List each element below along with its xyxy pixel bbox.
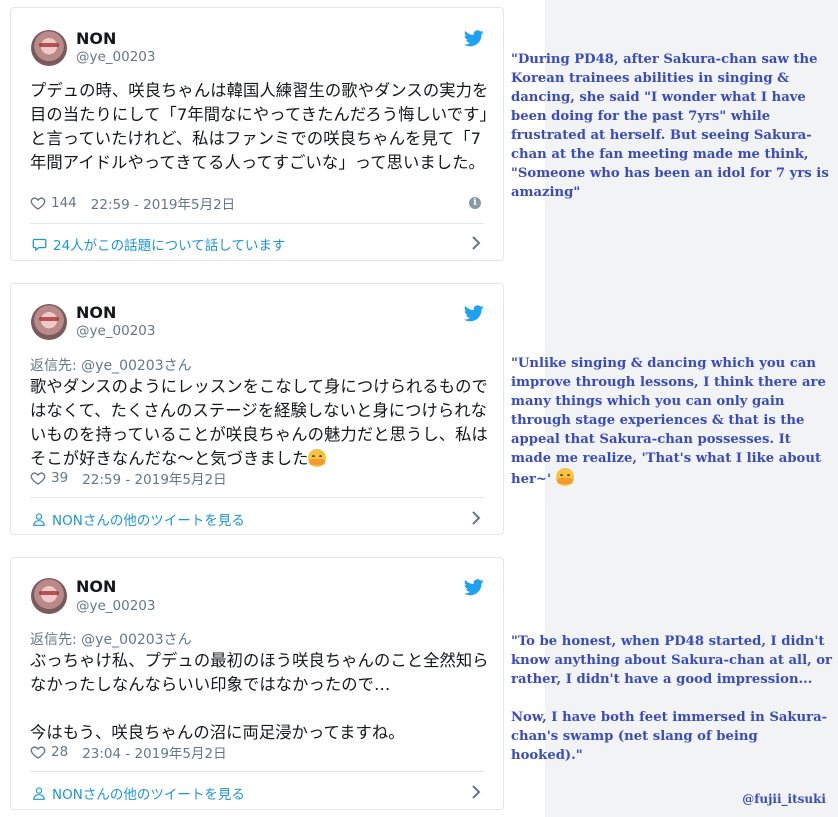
divider — [30, 223, 484, 224]
more-tweets-label[interactable]: NONさんの他のツイートを見る — [52, 783, 245, 803]
person-icon — [33, 786, 45, 800]
more-tweets-label[interactable]: NONさんの他のツイートを見る — [52, 509, 245, 529]
timestamp[interactable]: 22:59 - 2019年5月2日 — [91, 193, 235, 213]
chevron-right-icon[interactable] — [471, 784, 481, 800]
hugging-face-emoji-icon — [308, 449, 327, 467]
user-handle[interactable]: @ye_00203 — [76, 49, 156, 65]
user-name[interactable]: NON — [76, 303, 116, 322]
divider — [30, 771, 484, 772]
tweet-text: 歌やダンスのようにレッスンをこなして身につけられるものではなくて、たくさんのステ… — [30, 375, 492, 471]
user-name[interactable]: NON — [76, 29, 116, 48]
divider — [30, 497, 484, 498]
heart-icon[interactable] — [30, 470, 46, 486]
tweet-card[interactable]: NON @ye_00203 返信先: @ye_00203さん 歌やダンスのように… — [10, 283, 504, 535]
twitter-bird-icon[interactable] — [464, 30, 484, 47]
chevron-right-icon[interactable] — [471, 510, 481, 526]
translation-2-text: "Unlike singing & dancing which you can … — [511, 356, 826, 487]
info-icon[interactable]: i — [469, 197, 481, 209]
conversation-link[interactable]: 24人がこの話題について話しています — [32, 234, 285, 254]
translation-1: "During PD48, after Sakura-chan saw the … — [511, 52, 829, 200]
tweet-text-content: 歌やダンスのようにレッスンをこなして身につけられるものではなくて、たくさんのステ… — [30, 377, 488, 468]
speech-bubble-icon — [32, 238, 47, 251]
like-count: 144 — [51, 195, 77, 211]
more-tweets-link[interactable]: NONさんの他のツイートを見る — [32, 509, 245, 529]
avatar[interactable] — [31, 304, 67, 340]
heart-icon[interactable] — [30, 195, 46, 211]
timestamp[interactable]: 22:59 - 2019年5月2日 — [82, 468, 226, 488]
tweet-meta: 28 23:04 - 2019年5月2日 — [30, 742, 227, 762]
translation-3: "To be honest, when PD48 started, I didn… — [511, 634, 833, 763]
chevron-right-icon[interactable] — [471, 235, 481, 251]
avatar[interactable] — [31, 578, 67, 614]
translation-2: "Unlike singing & dancing which you can … — [511, 354, 833, 489]
user-handle[interactable]: @ye_00203 — [76, 323, 156, 339]
tweet-text: プデュの時、咲良ちゃんは韓国人練習生の歌やダンスの実力を目の当たりにして「7年間… — [30, 81, 489, 172]
tweet-card[interactable]: NON @ye_00203 プデュの時、咲良ちゃんは韓国人練習生の歌やダンスの実… — [10, 7, 504, 261]
tweet-meta: 144 22:59 - 2019年5月2日 — [30, 193, 235, 213]
user-handle[interactable]: @ye_00203 — [76, 598, 156, 614]
tweet-meta: 39 22:59 - 2019年5月2日 — [30, 468, 227, 488]
credit-handle: @fujii_itsuki — [742, 792, 826, 806]
person-icon — [33, 512, 45, 526]
reply-to-label[interactable]: 返信先: @ye_00203さん — [30, 355, 192, 375]
like-count: 39 — [51, 470, 69, 486]
avatar[interactable] — [31, 30, 67, 66]
twitter-bird-icon[interactable] — [464, 579, 484, 596]
conversation-link-label[interactable]: 24人がこの話題について話しています — [53, 234, 285, 254]
hugging-face-emoji-icon — [555, 468, 574, 486]
heart-icon[interactable] — [30, 744, 46, 760]
tweet-text: ぶっちゃけ私、プデュの最初のほう咲良ちゃんのこと全然知らなかったしなんならいい印… — [30, 651, 489, 742]
reply-to-label[interactable]: 返信先: @ye_00203さん — [30, 629, 192, 649]
tweet-card[interactable]: NON @ye_00203 返信先: @ye_00203さん ぶっちゃけ私、プデ… — [10, 557, 504, 810]
more-tweets-link[interactable]: NONさんの他のツイートを見る — [32, 783, 245, 803]
like-count: 28 — [51, 744, 69, 760]
twitter-bird-icon[interactable] — [464, 305, 484, 322]
user-name[interactable]: NON — [76, 577, 116, 596]
timestamp[interactable]: 23:04 - 2019年5月2日 — [82, 742, 226, 762]
